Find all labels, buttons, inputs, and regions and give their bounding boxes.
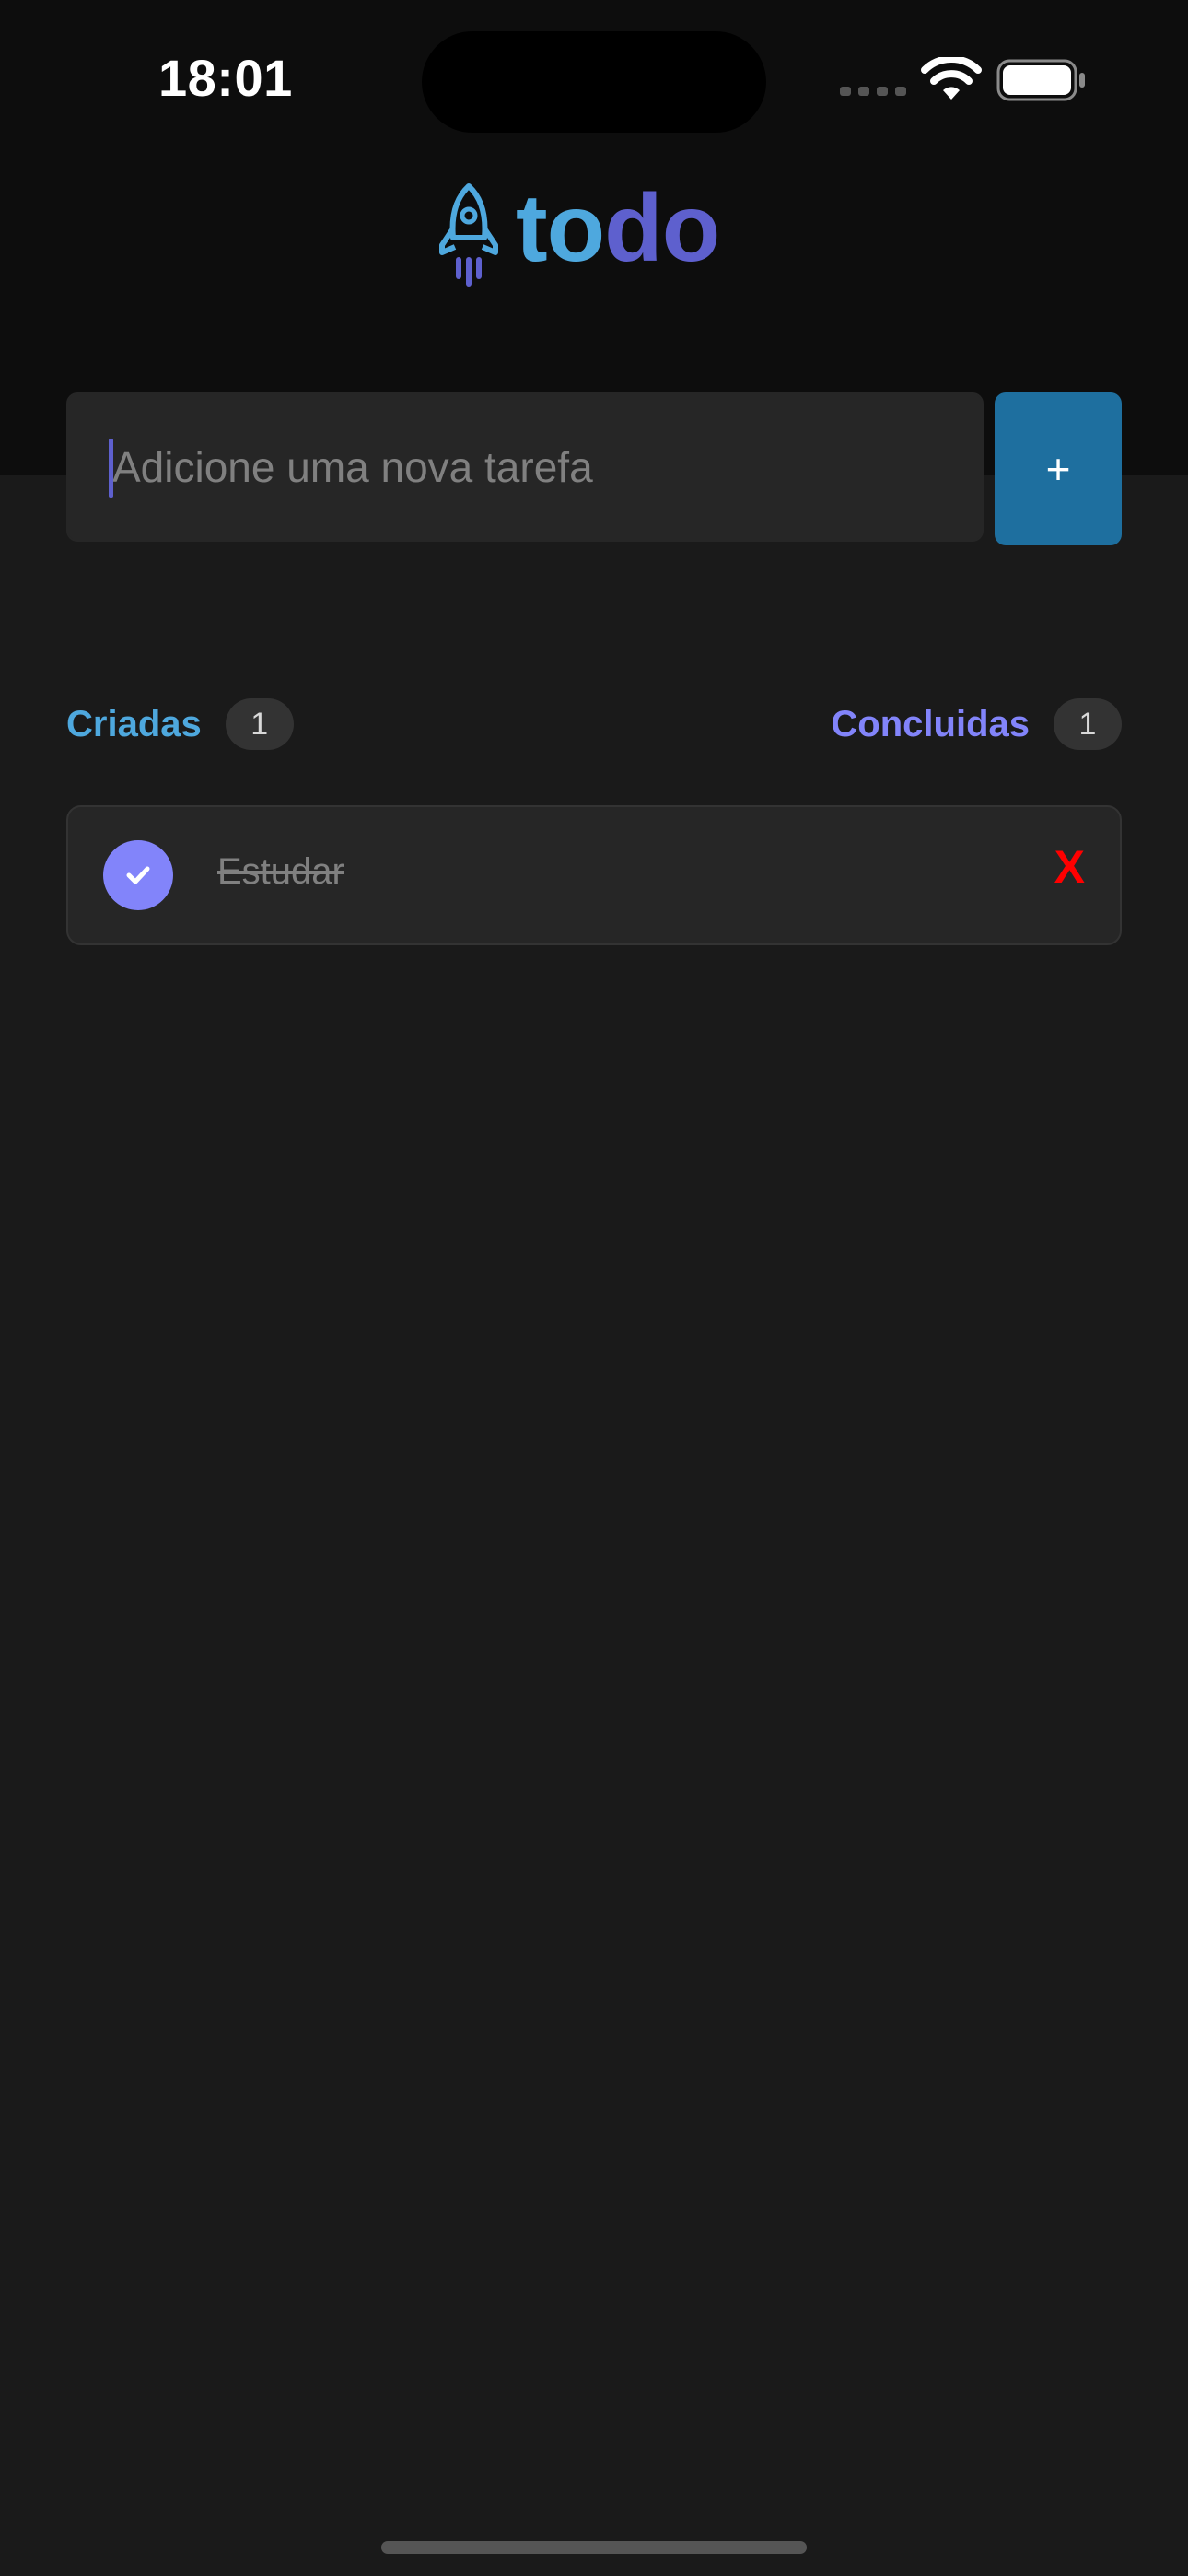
app-screen: 18:01 todo + Criadas 1 — [0, 0, 1188, 2576]
logo-text-do: do — [604, 175, 720, 282]
done-count-badge: 1 — [1054, 698, 1122, 750]
logo-text: todo — [516, 181, 720, 287]
created-counter: Criadas 1 — [66, 697, 294, 752]
add-task-button[interactable]: + — [995, 392, 1122, 545]
home-indicator — [381, 2541, 807, 2554]
new-task-input[interactable] — [66, 392, 984, 542]
done-label: Concluidas — [831, 703, 1030, 744]
text-caret — [109, 439, 113, 498]
delete-task-button[interactable]: X — [1054, 844, 1085, 890]
created-count-badge: 1 — [225, 698, 294, 750]
created-label: Criadas — [66, 703, 202, 744]
check-icon — [126, 866, 150, 884]
cellular-signal-icon — [840, 87, 906, 96]
dynamic-island — [422, 31, 766, 133]
app-logo: todo — [437, 179, 720, 289]
task-item: Estudar X — [66, 805, 1122, 945]
status-time: 18:01 — [158, 49, 293, 107]
done-counter: Concluidas 1 — [831, 697, 1122, 752]
logo-text-to: to — [516, 175, 605, 282]
task-checkbox[interactable] — [103, 840, 173, 910]
wifi-icon — [921, 57, 982, 100]
task-text: Estudar — [217, 851, 344, 892]
rocket-icon — [439, 183, 498, 287]
battery-icon — [996, 59, 1085, 101]
